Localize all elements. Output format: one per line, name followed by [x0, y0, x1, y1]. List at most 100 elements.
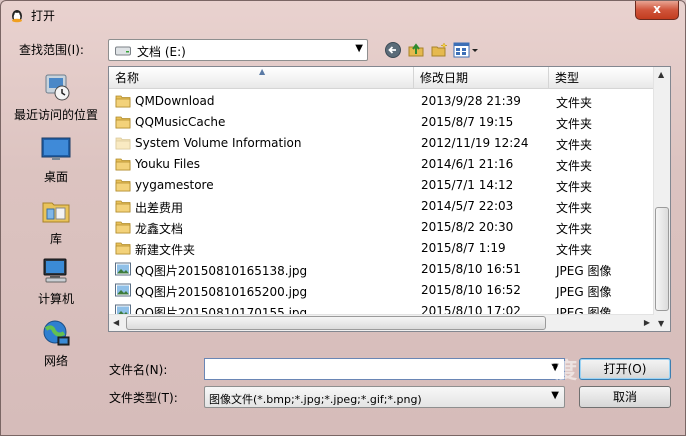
file-name: 出差费用 — [135, 201, 184, 215]
file-date: 2012/11/19 12:24 — [421, 136, 529, 150]
scroll-down-icon[interactable]: ▼ — [658, 319, 664, 328]
file-type: 文件夹 — [556, 117, 593, 131]
place-computer[interactable]: 计算机 — [11, 255, 101, 307]
title-bar[interactable]: 打开 x — [1, 1, 685, 29]
file-row[interactable]: 出差费用 2014/5/7 22:03 文件夹 — [109, 196, 654, 217]
place-desktop[interactable]: 桌面 — [11, 133, 101, 185]
file-date: 2015/8/10 16:51 — [421, 262, 521, 276]
file-date: 2015/7/1 14:12 — [421, 178, 514, 192]
lookin-label: 查找范围(I): — [19, 43, 84, 57]
file-name: QMDownload — [135, 94, 215, 108]
vertical-scroll-thumb[interactable] — [655, 207, 669, 311]
place-label: 库 — [49, 232, 62, 246]
network-icon — [43, 320, 70, 346]
folder-icon — [115, 95, 131, 108]
file-type: 文件夹 — [556, 222, 593, 236]
file-type: 文件夹 — [556, 159, 593, 173]
back-icon[interactable] — [384, 41, 402, 59]
place-label: 计算机 — [37, 292, 74, 306]
recent-places-icon — [45, 74, 70, 101]
file-row[interactable]: Youku Files 2014/6/1 21:16 文件夹 — [109, 154, 654, 175]
open-button[interactable]: 打开(O) — [579, 358, 671, 380]
file-date: 2015/8/10 16:52 — [421, 283, 521, 297]
lookin-value: 文档 (E:) — [137, 45, 186, 59]
place-label: 桌面 — [43, 170, 68, 184]
scroll-right-icon[interactable]: ▶ — [644, 318, 650, 327]
scroll-left-icon[interactable]: ◀ — [113, 318, 119, 327]
chevron-down-icon: ▼ — [551, 390, 559, 401]
file-type: 文件夹 — [556, 138, 593, 152]
horizontal-scrollbar[interactable]: ◀ ▶ — [109, 314, 654, 331]
file-date: 2014/6/1 21:16 — [421, 157, 514, 171]
file-date: 2015/8/7 1:19 — [421, 241, 506, 255]
open-file-dialog: 打开 x 查找范围(I): 文档 (E:) ▼ 最近访问的位置 桌面 库 计算机… — [0, 0, 686, 436]
window-title: 打开 — [31, 9, 56, 23]
file-date: 2014/5/7 22:03 — [421, 199, 514, 213]
horizontal-scroll-thumb[interactable] — [126, 316, 546, 330]
image-file-icon — [115, 283, 131, 297]
filename-label: 文件名(N): — [109, 363, 168, 377]
place-recent[interactable]: 最近访问的位置 — [11, 71, 101, 123]
sort-ascending-icon: ▲ — [259, 67, 266, 76]
lookin-combo[interactable]: 文档 (E:) ▼ — [108, 39, 368, 61]
file-row[interactable]: QQ图片20150810165200.jpg 2015/8/10 16:52 JPE… — [109, 280, 654, 301]
scroll-up-icon[interactable]: ▲ — [658, 70, 664, 79]
file-row[interactable]: 新建文件夹 2015/8/7 1:19 文件夹 — [109, 238, 654, 259]
file-list[interactable]: ▲ 名称 修改日期 类型 QMDownload 2013/9/28 21:39 文件… — [108, 66, 671, 332]
file-name: 新建文件夹 — [135, 243, 196, 257]
place-label: 网络 — [43, 354, 68, 368]
place-libraries[interactable]: 库 — [11, 195, 101, 247]
file-date: 2015/8/2 20:30 — [421, 220, 514, 234]
file-row[interactable]: 龙鑫文档 2015/8/2 20:30 文件夹 — [109, 217, 654, 238]
folder-icon — [115, 137, 131, 150]
file-type: 文件夹 — [556, 243, 593, 257]
image-file-icon — [115, 262, 131, 276]
file-row[interactable]: System Volume Information 2012/11/19 12:2… — [109, 133, 654, 154]
view-menu-icon[interactable] — [453, 41, 479, 59]
file-name: 龙鑫文档 — [135, 222, 184, 236]
libraries-icon — [42, 202, 70, 223]
column-header-type[interactable]: 类型 — [549, 67, 654, 89]
desktop-icon — [41, 137, 71, 160]
file-type: JPEG 图像 — [556, 264, 612, 278]
place-network[interactable]: 网络 — [11, 317, 101, 369]
chevron-down-icon[interactable]: ▼ — [551, 362, 559, 373]
qq-penguin-icon — [12, 10, 22, 23]
file-name: yygamestore — [135, 178, 214, 192]
folder-icon — [115, 158, 131, 171]
column-header-date[interactable]: 修改日期 — [414, 67, 549, 89]
filetype-value: 图像文件(*.bmp;*.jpg;*.jpeg;*.gif;*.png) — [209, 393, 422, 406]
file-name: Youku Files — [135, 157, 201, 171]
file-row[interactable]: QMDownload 2013/9/28 21:39 文件夹 — [109, 91, 654, 112]
new-folder-icon[interactable] — [430, 41, 448, 59]
file-name: QQ图片20150810165200.jpg — [135, 285, 308, 299]
place-label: 最近访问的位置 — [13, 108, 98, 122]
folder-icon — [115, 179, 131, 192]
file-type: 文件夹 — [556, 180, 593, 194]
file-row[interactable]: QQ图片20150810165138.jpg 2015/8/10 16:51 JPE… — [109, 259, 654, 280]
chevron-down-icon: ▼ — [355, 43, 363, 54]
file-date: 2015/8/7 19:15 — [421, 115, 514, 129]
file-row[interactable]: QQMusicCache 2015/8/7 19:15 文件夹 — [109, 112, 654, 133]
folder-icon — [115, 200, 131, 213]
filetype-select[interactable]: 图像文件(*.bmp;*.jpg;*.jpeg;*.gif;*.png) ▼ — [204, 386, 565, 408]
cancel-button[interactable]: 取消 — [579, 386, 671, 408]
file-type: 文件夹 — [556, 96, 593, 110]
file-type: 文件夹 — [556, 201, 593, 215]
filetype-label: 文件类型(T): — [109, 391, 178, 405]
file-type: JPEG 图像 — [556, 285, 612, 299]
folder-icon — [115, 116, 131, 129]
close-button[interactable]: x — [635, 1, 679, 20]
file-name: QQMusicCache — [135, 115, 226, 129]
drive-icon — [115, 46, 131, 56]
file-name: QQ图片20150810165138.jpg — [135, 264, 308, 278]
computer-icon — [43, 258, 67, 283]
filename-input[interactable]: ▼ — [204, 358, 565, 380]
up-folder-icon[interactable] — [407, 41, 425, 59]
column-header-name[interactable]: ▲ 名称 — [109, 67, 414, 89]
file-row[interactable]: yygamestore 2015/7/1 14:12 文件夹 — [109, 175, 654, 196]
folder-icon — [115, 221, 131, 234]
folder-icon — [115, 242, 131, 255]
vertical-scrollbar[interactable]: ▲ ▼ — [653, 67, 670, 331]
file-date: 2013/9/28 21:39 — [421, 94, 521, 108]
